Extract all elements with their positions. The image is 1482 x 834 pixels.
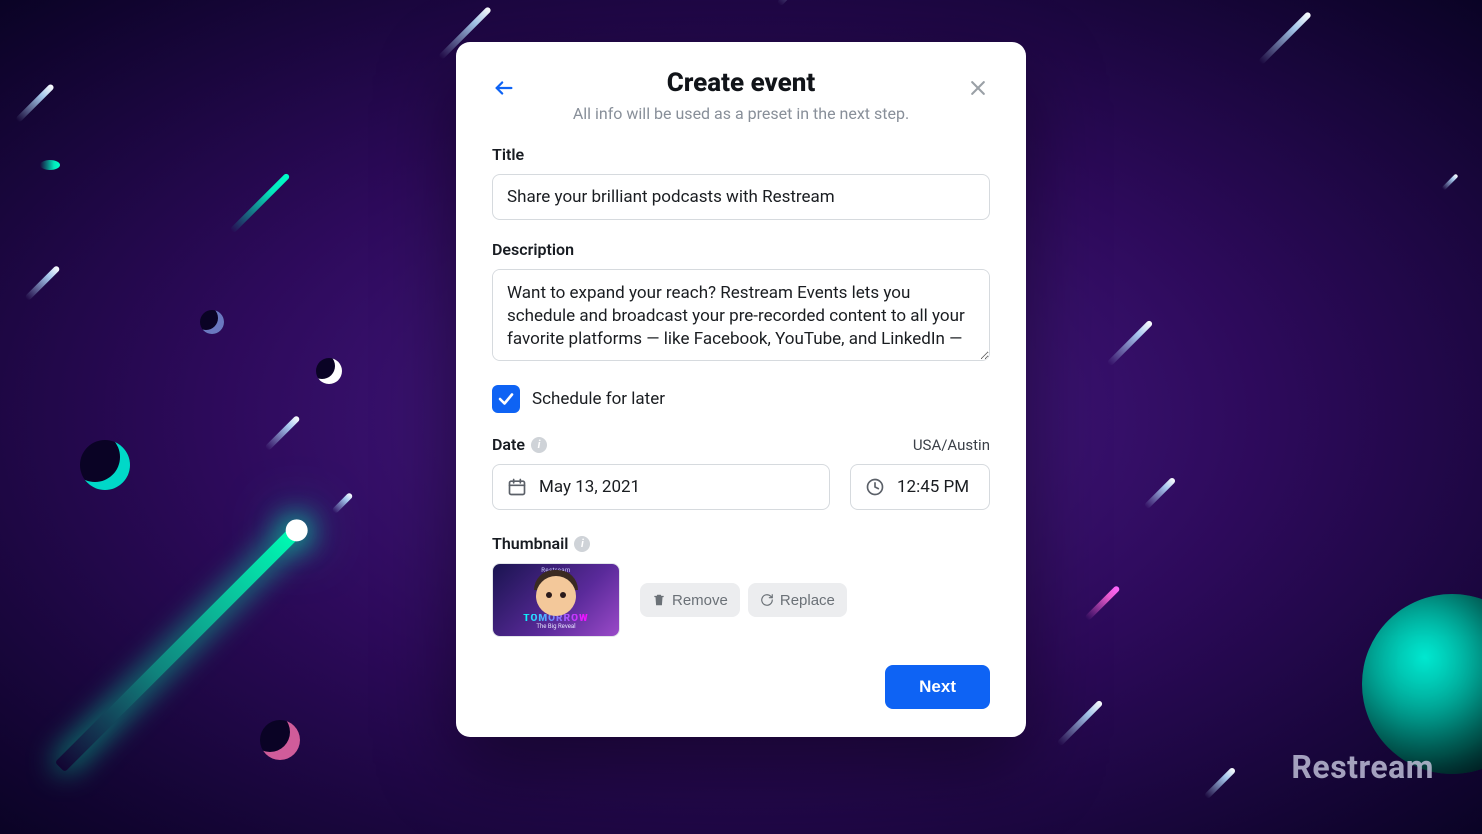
schedule-checkbox[interactable] [492,385,520,413]
time-value: 12:45 PM [897,477,969,497]
schedule-label: Schedule for later [532,389,665,409]
check-icon [497,390,515,408]
refresh-icon [760,593,774,607]
description-label: Description [492,240,990,259]
title-section: Title [492,145,990,220]
modal-subtitle: All info will be used as a preset in the… [492,104,990,123]
description-section: Description [492,240,990,365]
close-icon [968,78,988,98]
modal-header: Create event All info will be used as a … [492,68,990,123]
next-button[interactable]: Next [885,665,990,709]
description-textarea[interactable] [492,269,990,361]
info-icon: i [574,536,590,552]
thumbnail-label: Thumbnail i [492,534,990,553]
info-icon: i [531,437,547,453]
modal-title: Create event [492,68,990,98]
date-picker[interactable]: May 13, 2021 [492,464,830,510]
date-value: May 13, 2021 [539,477,640,497]
remove-thumbnail-button[interactable]: Remove [640,583,740,617]
schedule-row: Schedule for later [492,385,990,413]
create-event-modal: Create event All info will be used as a … [456,42,1026,737]
date-label: Date i [492,435,547,454]
replace-thumbnail-button[interactable]: Replace [748,583,847,617]
thumbnail-preview[interactable]: Restream TOMORROW The Big Reveal [492,563,620,637]
title-input[interactable] [492,174,990,220]
arrow-left-icon [493,77,515,99]
calendar-icon [507,477,527,497]
clock-icon [865,477,885,497]
date-section: Date i USA/Austin May 13, 2021 12:45 PM [492,435,990,510]
title-label: Title [492,145,990,164]
brand-watermark: Restream [1291,748,1434,786]
thumbnail-section: Thumbnail i Restream TOMORROW The Big Re… [492,534,990,637]
time-picker[interactable]: 12:45 PM [850,464,990,510]
back-button[interactable] [486,70,522,106]
timezone-text: USA/Austin [913,436,990,454]
close-button[interactable] [960,70,996,106]
modal-footer: Next [492,665,990,709]
thumbnail-sub: The Big Reveal [536,624,575,630]
trash-icon [652,593,666,607]
